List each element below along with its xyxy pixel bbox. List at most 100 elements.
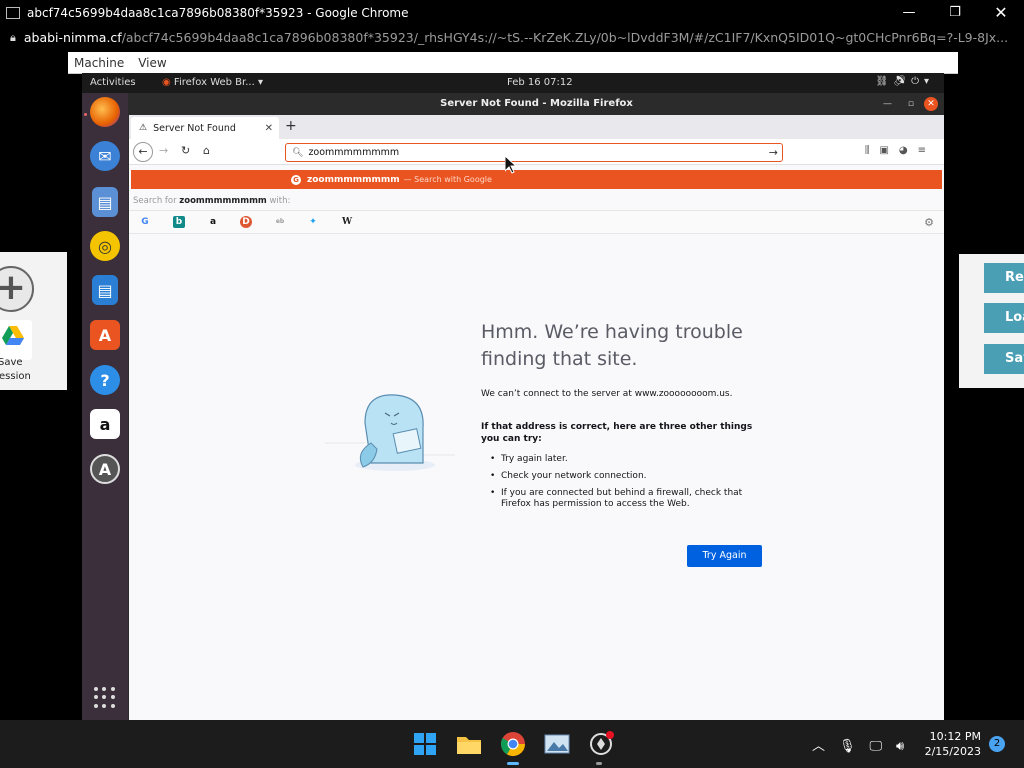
- ubuntu-clock[interactable]: Feb 16 07:12: [507, 77, 573, 88]
- windows-start-icon[interactable]: [411, 730, 439, 758]
- duckduckgo-engine-icon[interactable]: D: [240, 216, 252, 228]
- tab-close-icon[interactable]: ✕: [265, 123, 273, 134]
- photos-icon[interactable]: [543, 730, 571, 758]
- taskbar-date: 2/15/2023: [924, 745, 981, 758]
- ebay-engine-icon[interactable]: eb: [274, 216, 286, 228]
- one-off-search-engines: G b a D eb ✦ W ⚙: [129, 210, 944, 234]
- search-for-suffix: with:: [269, 196, 291, 206]
- search-with-label: Search for zoommmmmmmm with:: [133, 196, 290, 206]
- close-button[interactable]: ✕: [978, 0, 1024, 25]
- firefox-navbar: ← → ↻ ⌂ 🔍︎ zoommmmmmmm → ⫼▣◕≡: [129, 139, 944, 165]
- guacamole-menubar: Machine View: [68, 52, 958, 74]
- error-tips-list: Try again later. Check your network conn…: [481, 454, 771, 516]
- list-item: Check your network connection.: [481, 471, 771, 482]
- warning-icon: ⚠: [139, 123, 148, 133]
- session-label: ession: [0, 371, 31, 382]
- bing-engine-icon[interactable]: b: [173, 216, 185, 228]
- chrome-running-indicator: [507, 762, 519, 765]
- ubuntu-dock: ✉ ▤ ◎ ▤ A ? a A: [82, 93, 128, 720]
- system-tray[interactable]: ⛓︎🔊︎⏻︎▾: [876, 76, 934, 87]
- app-taskbar-icon[interactable]: [587, 730, 615, 758]
- save-label: Save: [0, 357, 23, 368]
- active-indicator: [84, 113, 87, 116]
- writer-icon[interactable]: ▤: [92, 275, 118, 305]
- list-item: If you are connected but behind a firewa…: [481, 488, 771, 510]
- home-button[interactable]: ⌂: [203, 144, 210, 157]
- chrome-address-bar[interactable]: 🔒︎ ababi-nimma.cf/abcf74c5699b4daa8c1ca7…: [0, 25, 1024, 50]
- wikipedia-engine-icon[interactable]: W: [341, 216, 353, 228]
- page-icon: [6, 6, 20, 19]
- app-menu-label: Firefox Web Br...: [173, 77, 255, 88]
- firefox-titlebar: Server Not Found - Mozilla Firefox — ▫ ✕: [129, 93, 944, 115]
- minimize-button[interactable]: —: [886, 0, 932, 25]
- reload-button[interactable]: ↻: [181, 144, 190, 157]
- tray-icons[interactable]: ︿🎙︎🖵︎🔊︎: [812, 735, 918, 754]
- mouse-cursor-icon: [505, 156, 517, 174]
- search-for-term: zoommmmmmmm: [179, 196, 267, 206]
- menu-machine[interactable]: Machine: [74, 56, 124, 70]
- restore-button[interactable]: ❐: [932, 0, 978, 25]
- software-icon[interactable]: A: [90, 320, 120, 350]
- amazon-icon[interactable]: a: [90, 409, 120, 439]
- google-engine-icon[interactable]: G: [139, 216, 151, 228]
- list-item: Try again later.: [481, 454, 771, 465]
- app-menu[interactable]: ◉ Firefox Web Br... ▾: [162, 77, 263, 88]
- url-path: /abcf74c5699b4daa8c1ca7896b08380f*35923/…: [121, 30, 1009, 45]
- forward-button[interactable]: →: [159, 144, 168, 157]
- menu-view[interactable]: View: [138, 56, 166, 70]
- ubuntu-top-bar: Activities ◉ Firefox Web Br... ▾ Feb 16 …: [82, 73, 944, 93]
- toolbar-icons[interactable]: ⫼▣◕≡: [865, 145, 936, 156]
- firefox-icon[interactable]: [90, 97, 120, 127]
- search-icon: 🔍︎: [292, 147, 304, 158]
- go-arrow-icon[interactable]: →: [769, 146, 778, 159]
- search-suggestion-row[interactable]: G zoommmmmmmm — Search with Google: [131, 170, 942, 189]
- updater-icon[interactable]: A: [90, 454, 120, 484]
- reset-button[interactable]: Re: [984, 263, 1024, 293]
- firefox-window-title: Server Not Found - Mozilla Firefox: [440, 98, 633, 109]
- firefox-url-input[interactable]: 🔍︎ zoommmmmmmm →: [285, 143, 783, 162]
- left-side-panel: + Save ession: [0, 252, 67, 390]
- help-icon[interactable]: ?: [90, 365, 120, 395]
- url-input-value: zoommmmmmmm: [308, 147, 400, 158]
- tab-server-not-found[interactable]: ⚠ Server Not Found ✕: [131, 117, 279, 139]
- save-button[interactable]: Sav: [984, 344, 1024, 374]
- app-running-indicator: [596, 762, 602, 765]
- google-icon: G: [291, 174, 301, 185]
- taskbar-clock[interactable]: 10:12 PM 2/15/2023: [925, 729, 981, 759]
- show-applications-icon[interactable]: [94, 687, 116, 709]
- ff-maximize-icon[interactable]: ▫: [908, 98, 914, 110]
- add-icon[interactable]: +: [0, 266, 34, 312]
- try-again-button[interactable]: Try Again: [687, 545, 762, 567]
- thunderbird-icon[interactable]: ✉: [90, 141, 120, 171]
- error-lead: We can’t connect to the server at www.zo…: [481, 389, 733, 399]
- url-domain: ababi-nimma.cf: [23, 30, 122, 45]
- ff-minimize-icon[interactable]: —: [883, 98, 892, 110]
- error-illustration: [325, 394, 455, 471]
- firefox-small-icon: ◉: [162, 77, 171, 88]
- ff-close-icon[interactable]: ✕: [924, 97, 938, 111]
- firefox-window: Server Not Found - Mozilla Firefox — ▫ ✕…: [129, 93, 944, 720]
- lock-icon: 🔒︎: [10, 30, 16, 44]
- amazon-engine-icon[interactable]: a: [207, 216, 219, 228]
- back-button[interactable]: ←: [133, 142, 153, 162]
- files-icon[interactable]: ▤: [92, 187, 118, 217]
- chrome-window-title: abcf74c5699b4daa8c1ca7896b08380f*35923 -…: [27, 5, 409, 20]
- google-drive-icon[interactable]: [0, 320, 32, 360]
- right-side-panel: Re Loa Sav: [959, 254, 1024, 388]
- activities-button[interactable]: Activities: [90, 77, 136, 88]
- taskbar-time: 10:12 PM: [929, 730, 981, 743]
- windows-taskbar: ︿🎙︎🖵︎🔊︎ 10:12 PM 2/15/2023 2: [0, 720, 1024, 768]
- chrome-taskbar-icon[interactable]: [499, 730, 527, 758]
- search-for-prefix: Search for: [133, 196, 177, 206]
- load-button[interactable]: Loa: [984, 303, 1024, 333]
- search-settings-gear-icon[interactable]: ⚙: [924, 216, 934, 229]
- file-explorer-icon[interactable]: [455, 730, 483, 758]
- suggestion-term: zoommmmmmmm: [307, 174, 400, 185]
- suggestion-hint: — Search with Google: [403, 175, 492, 184]
- rhythmbox-icon[interactable]: ◎: [90, 231, 120, 261]
- error-subheading: If that address is correct, here are thr…: [481, 422, 753, 444]
- twitter-engine-icon[interactable]: ✦: [307, 216, 319, 228]
- notification-badge[interactable]: 2: [989, 736, 1005, 752]
- error-title: Hmm. We’re having trouble finding that s…: [481, 321, 743, 370]
- new-tab-icon[interactable]: +: [285, 118, 297, 134]
